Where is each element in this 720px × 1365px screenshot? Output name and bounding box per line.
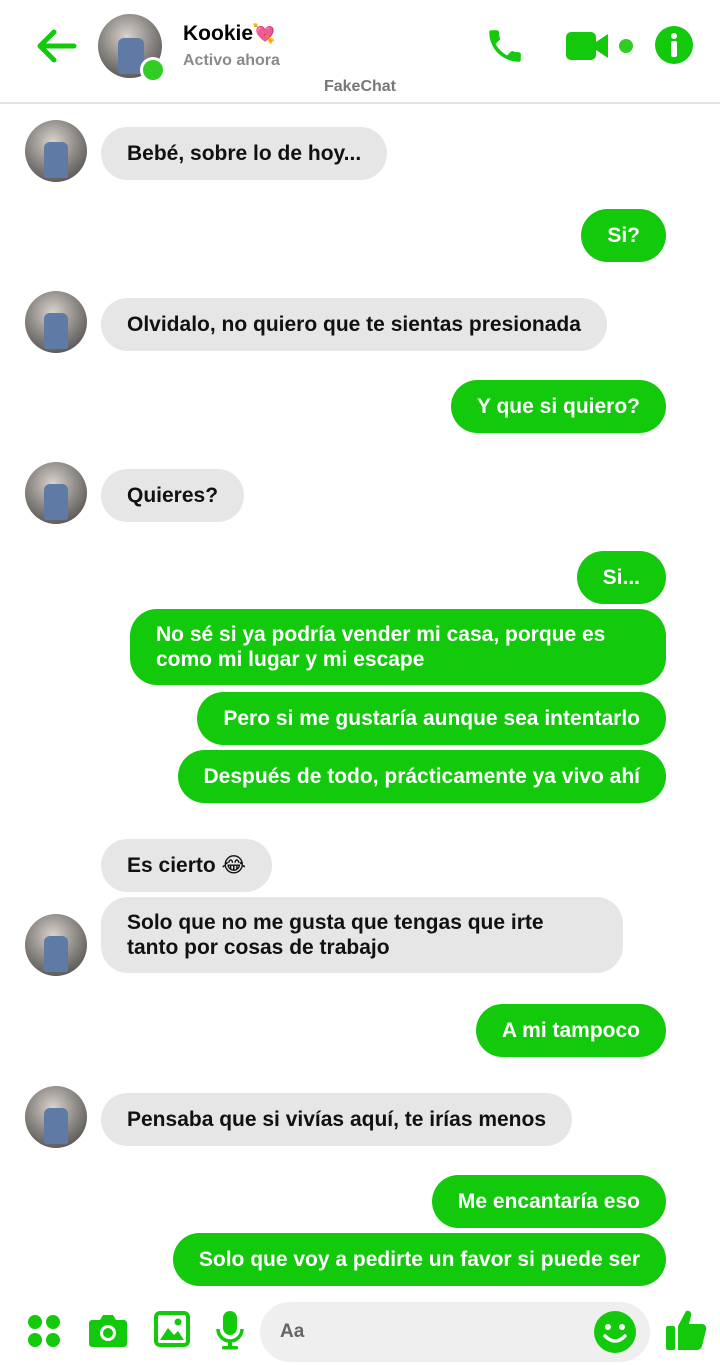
- contact-avatar-small: [25, 462, 87, 524]
- contact-avatar-small: [25, 1086, 87, 1148]
- apps-grid-icon[interactable]: [26, 1313, 62, 1349]
- message-incoming[interactable]: Es cierto 😂: [101, 839, 273, 892]
- message-incoming[interactable]: Pensaba que si vivías aquí, te irías men…: [101, 1093, 573, 1146]
- message-outgoing[interactable]: Si?: [581, 209, 666, 262]
- app-watermark: FakeChat: [323, 78, 397, 95]
- message-outgoing[interactable]: Pero si me gustaría aunque sea intentarl…: [197, 692, 666, 745]
- message-outgoing[interactable]: A mi tampoco: [475, 1004, 666, 1057]
- message-incoming[interactable]: Quieres?: [101, 469, 245, 522]
- back-arrow-icon[interactable]: [34, 24, 78, 68]
- message-incoming[interactable]: Bebé, sobre lo de hoy...: [101, 127, 388, 180]
- phone-icon[interactable]: [484, 25, 526, 67]
- message-outgoing[interactable]: Después de todo, prácticamente ya vivo a…: [177, 750, 666, 803]
- contact-avatar-small: [25, 914, 87, 976]
- thumbs-up-icon[interactable]: [664, 1308, 708, 1352]
- message-outgoing[interactable]: Si...: [576, 551, 666, 604]
- message-list[interactable]: Bebé, sobre lo de hoy... Si? Olvidalo, n…: [0, 104, 720, 1294]
- message-incoming[interactable]: Solo que no me gusta que tengas que irte…: [101, 897, 623, 973]
- contact-avatar-small: [25, 291, 87, 353]
- message-incoming[interactable]: Olvidalo, no quiero que te sientas presi…: [101, 298, 607, 351]
- message-outgoing[interactable]: Solo que voy a pedirte un favor si puede…: [172, 1233, 666, 1286]
- heart-emoji-icon: 💘: [252, 24, 276, 45]
- message-outgoing[interactable]: Me encantaría eso: [431, 1175, 666, 1228]
- message-input[interactable]: Aa: [260, 1302, 650, 1362]
- message-outgoing[interactable]: Y que si quiero?: [451, 380, 666, 433]
- contact-avatar-small: [25, 120, 87, 182]
- message-outgoing[interactable]: No sé si ya podría vender mi casa, porqu…: [130, 609, 666, 685]
- info-icon[interactable]: [654, 25, 694, 65]
- image-icon[interactable]: [153, 1310, 191, 1348]
- video-camera-icon[interactable]: [566, 30, 636, 62]
- contact-name[interactable]: Kookie: [183, 22, 253, 46]
- camera-icon[interactable]: [88, 1312, 128, 1348]
- microphone-icon[interactable]: [216, 1310, 244, 1350]
- smiley-icon[interactable]: [593, 1310, 637, 1354]
- composer-bar: Aa: [0, 1296, 720, 1365]
- contact-status: Activo ahora: [183, 52, 280, 69]
- chat-header: Kookie 💘 Activo ahora FakeChat: [0, 0, 720, 104]
